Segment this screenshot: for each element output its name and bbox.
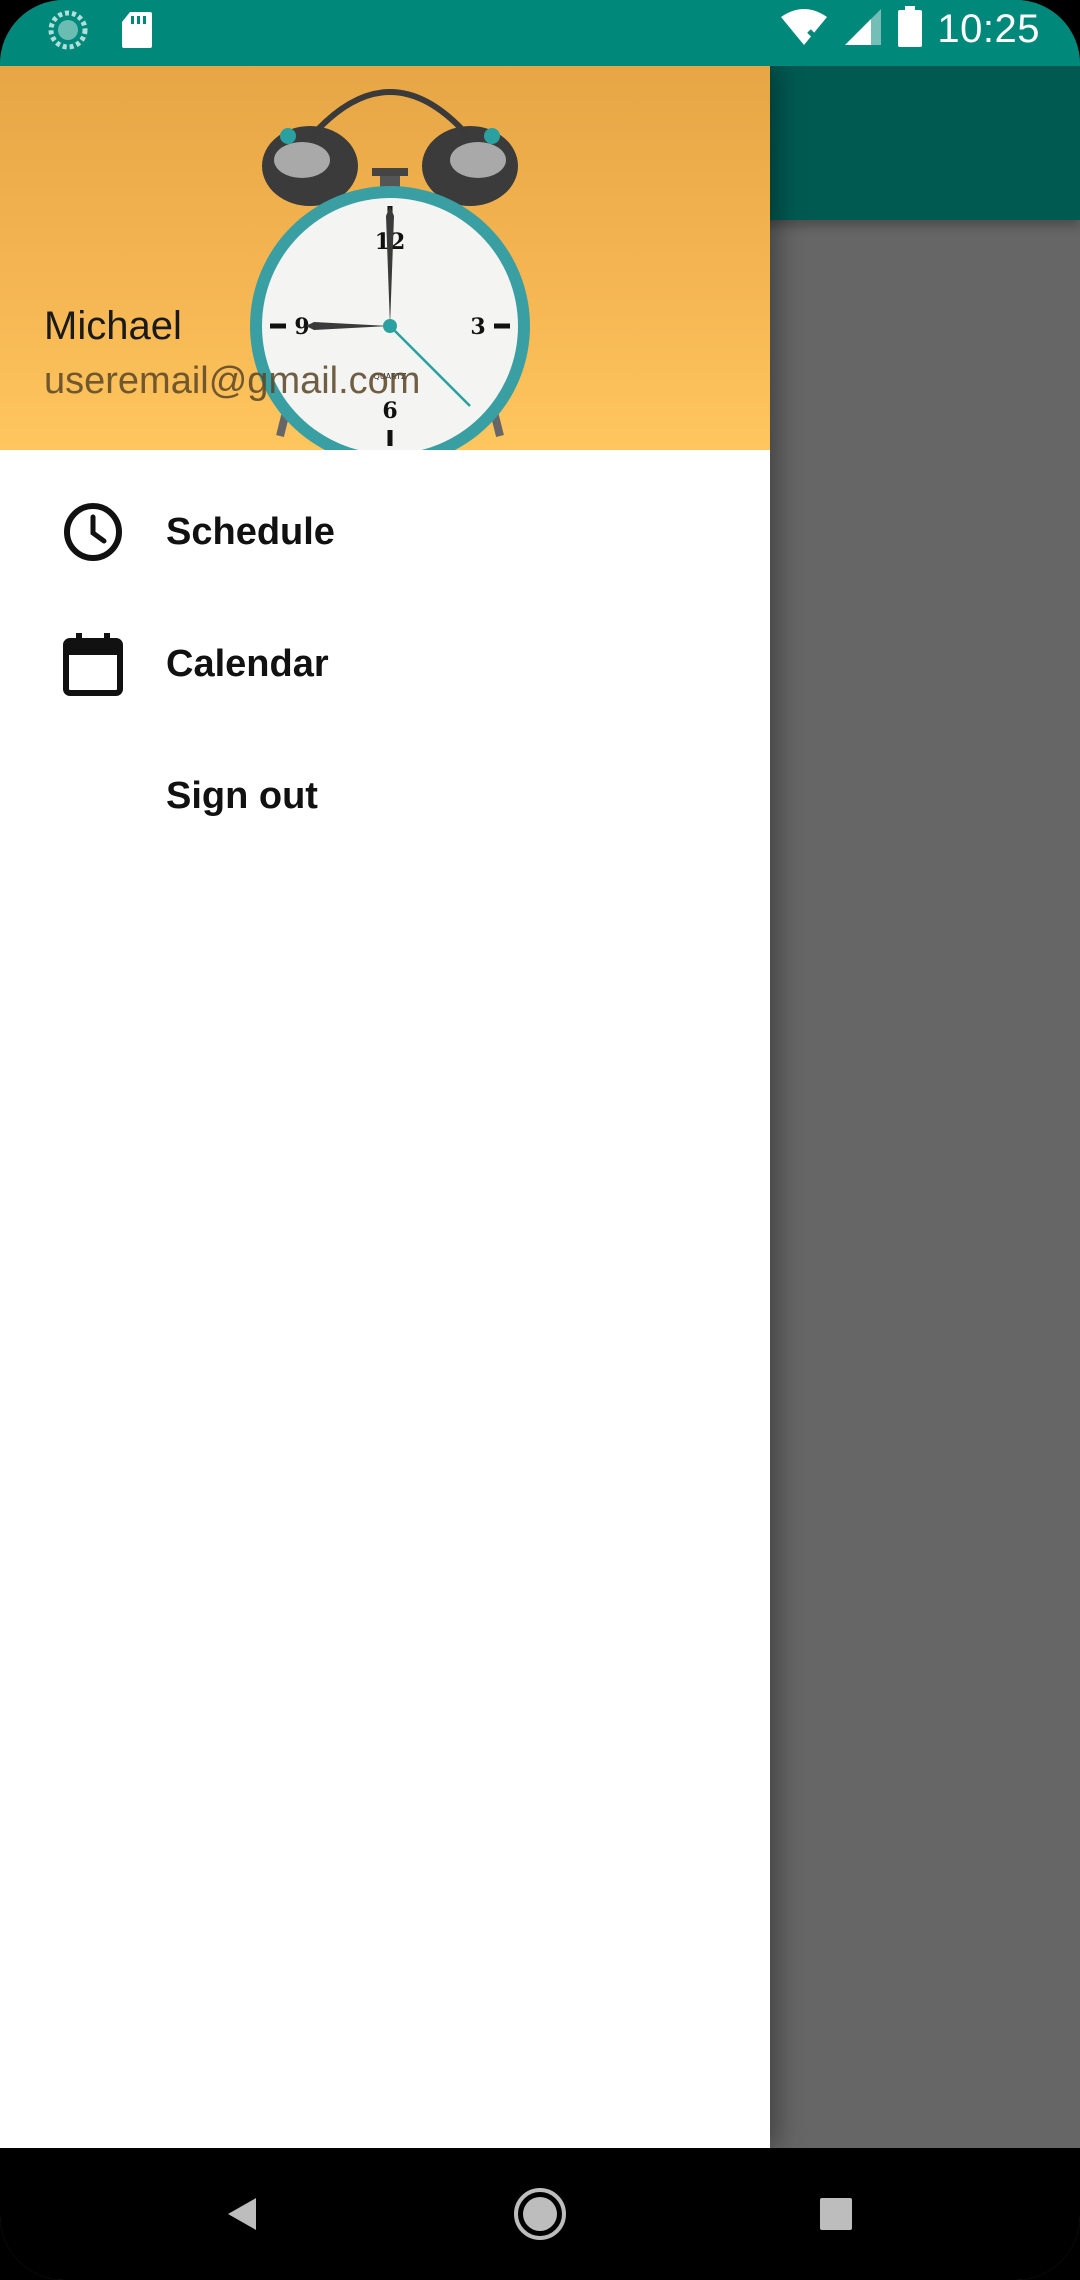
drawer-scrim[interactable] (770, 66, 1080, 2148)
user-name: Michael (44, 304, 182, 348)
phone-screen: 10:25 6 9 3 QUARTZ Michael useremail@gma… (0, 0, 1080, 2280)
wifi-off-icon (779, 7, 829, 52)
menu-item-label: Sign out (166, 774, 318, 817)
status-time: 10:25 (937, 7, 1040, 51)
clock-icon (60, 499, 126, 565)
menu-item-schedule[interactable]: Schedule (0, 466, 770, 598)
menu-item-label: Calendar (166, 642, 329, 685)
svg-text:9: 9 (294, 314, 309, 340)
menu-item-label: Schedule (166, 510, 335, 553)
home-icon[interactable] (500, 2174, 580, 2254)
recents-icon[interactable] (796, 2174, 876, 2254)
system-nav-bar (0, 2148, 1080, 2280)
drawer-header: 12 6 9 3 QUARTZ Michael useremail@gmail.… (0, 66, 770, 450)
data-saver-icon (48, 10, 88, 55)
status-bar: 10:25 (0, 0, 1080, 66)
calendar-icon (60, 631, 126, 697)
svg-text:3: 3 (470, 314, 485, 340)
back-icon[interactable] (202, 2174, 282, 2254)
user-email: useremail@gmail.com (44, 360, 421, 402)
drawer-menu: Schedule Calendar Sign out (0, 450, 770, 862)
menu-item-calendar[interactable]: Calendar (0, 598, 770, 730)
cell-signal-icon (843, 7, 883, 52)
battery-icon (897, 6, 923, 53)
status-left-icons (48, 10, 154, 55)
sd-card-icon (120, 10, 154, 55)
navigation-drawer: 12 6 9 3 QUARTZ Michael useremail@gmail.… (0, 66, 770, 2148)
menu-item-sign-out[interactable]: Sign out (0, 730, 770, 862)
status-right-icons: 10:25 (779, 6, 1040, 53)
